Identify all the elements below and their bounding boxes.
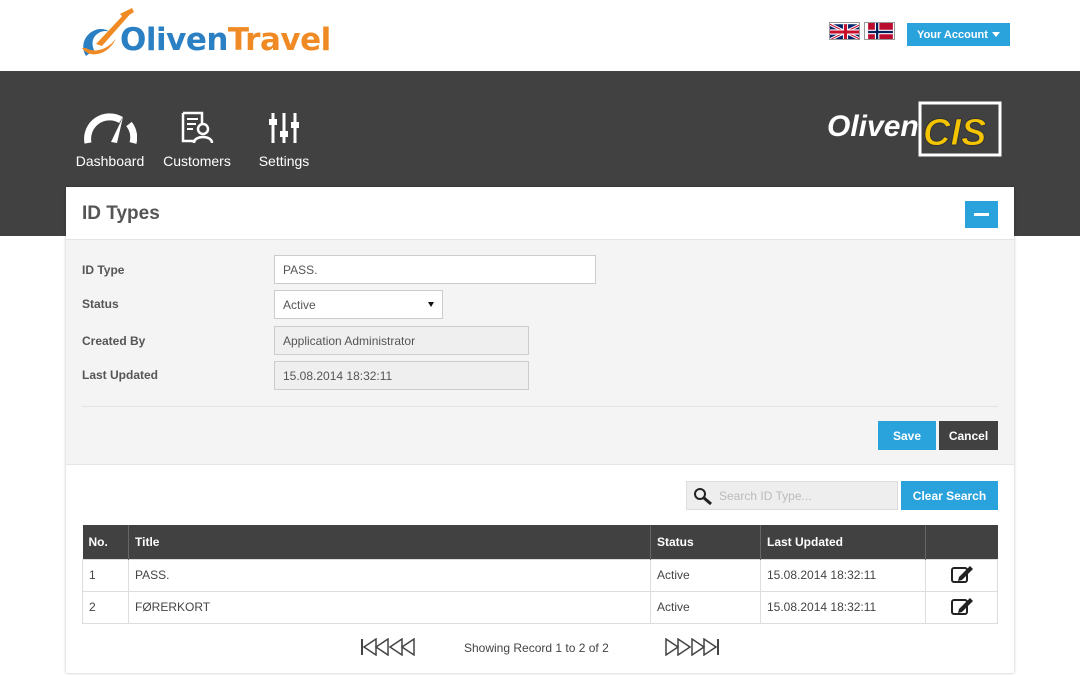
search-input[interactable] [719,488,889,503]
next-last-icon[interactable] [664,637,720,657]
first-prev-icon[interactable] [360,637,416,657]
logo-text: OlivenTravel [120,22,331,58]
pager-first-prev [360,637,416,661]
cell-title: FØRERKORT [128,590,651,624]
created-by-field: Application Administrator [274,326,529,355]
brand-cis-text: CIS [923,112,986,154]
oliven-cis-logo: Oliven CIS [827,101,1002,159]
cell-no: 2 [82,590,129,624]
speedometer-icon [75,107,145,145]
edit-icon[interactable] [950,564,974,584]
nav-dashboard[interactable]: Dashboard [75,107,145,169]
cell-edit [925,590,998,624]
col-status[interactable]: Status [650,525,761,559]
id-type-form: ID Type PASS. Status Active Created By A… [66,240,1014,465]
id-type-input[interactable]: PASS. [274,255,596,284]
search-icon [694,487,712,505]
nav-settings-label: Settings [258,153,310,169]
table-row[interactable]: 1 PASS. Active 15.08.2014 18:32:11 [82,558,998,592]
col-actions [925,525,998,559]
page-title: ID Types [82,203,160,224]
customer-document-icon [161,107,233,145]
col-title[interactable]: Title [128,525,651,559]
id-types-table: No. Title Status Last Updated 1 PASS. Ac… [82,525,998,624]
cell-edit [925,558,998,592]
last-updated-label: Last Updated [82,368,159,382]
cell-updated: 15.08.2014 18:32:11 [760,590,926,624]
form-divider [82,406,998,407]
nav-settings[interactable]: Settings [255,107,313,169]
id-type-label: ID Type [82,263,125,277]
panel-header: ID Types [66,187,1014,240]
status-select[interactable]: Active [274,290,443,319]
norway-flag-icon[interactable] [864,22,895,40]
last-updated-field: 15.08.2014 18:32:11 [274,361,529,390]
col-last-updated[interactable]: Last Updated [760,525,926,559]
nav-customers[interactable]: Customers [161,107,233,169]
language-flags [829,22,895,40]
edit-icon[interactable] [950,596,974,616]
created-by-label: Created By [82,334,146,348]
nav-customers-label: Customers [163,153,231,169]
status-select-value: Active [283,297,316,312]
col-no[interactable]: No. [82,525,129,559]
sliders-icon [255,107,313,145]
cell-status: Active [650,590,761,624]
your-account-button[interactable]: Your Account [907,23,1010,46]
cell-title: PASS. [128,558,651,592]
brand-oliven-text: Oliven [827,110,919,143]
collapse-button[interactable] [965,201,998,228]
top-header: OlivenTravel Your Account [0,0,1080,71]
status-label: Status [82,297,119,311]
clear-search-button[interactable]: Clear Search [901,481,998,510]
uk-flag-icon[interactable] [829,22,860,40]
select-arrow-icon [428,302,434,307]
cancel-button[interactable]: Cancel [939,421,998,450]
nav-dashboard-label: Dashboard [75,153,145,169]
cell-status: Active [650,558,761,592]
minus-icon [974,213,989,216]
pager-info: Showing Record 1 to 2 of 2 [464,641,609,655]
search-box [686,481,898,510]
pagination: Showing Record 1 to 2 of 2 [66,637,1014,661]
table-header-row: No. Title Status Last Updated [82,525,998,559]
save-button[interactable]: Save [878,421,936,450]
oliven-travel-logo[interactable]: OlivenTravel [76,4,336,68]
id-types-panel: ID Types ID Type PASS. Status Active Cre… [66,187,1014,673]
pager-next-last [664,637,720,661]
table-row[interactable]: 2 FØRERKORT Active 15.08.2014 18:32:11 [82,590,998,624]
cell-no: 1 [82,558,129,592]
your-account-label: Your Account [917,28,988,41]
caret-down-icon [991,32,1000,37]
cell-updated: 15.08.2014 18:32:11 [760,558,926,592]
